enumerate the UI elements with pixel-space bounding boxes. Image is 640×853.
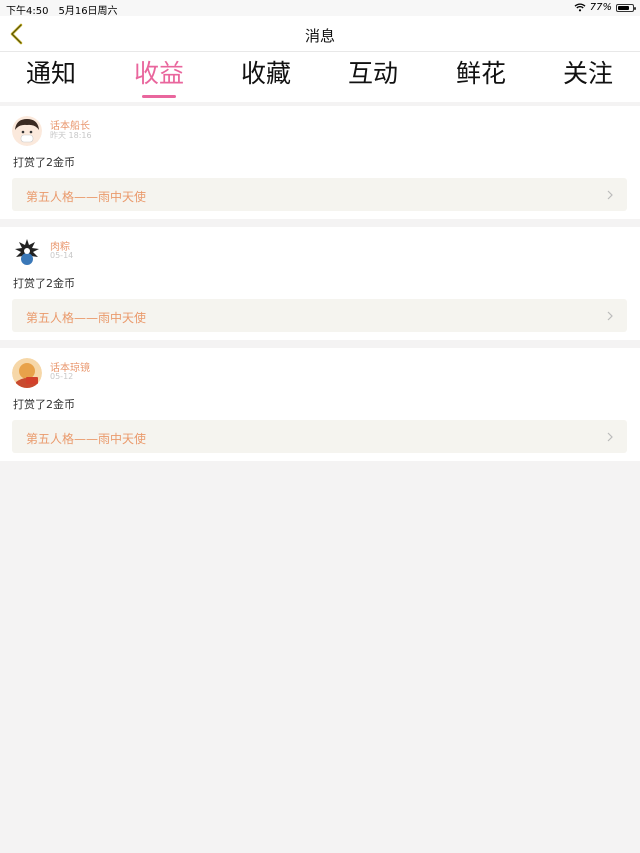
active-tab-indicator <box>142 95 176 98</box>
work-link[interactable]: 第五人格——雨中天使 <box>12 420 627 453</box>
page-title: 消息 <box>304 27 335 45</box>
message-time: 05-14 <box>50 251 74 260</box>
work-link[interactable]: 第五人格——雨中天使 <box>12 299 627 332</box>
tab-following[interactable]: 关注 <box>548 58 628 90</box>
battery-icon <box>616 3 636 12</box>
message-card: 话本船长 昨天 18:16 打赏了2金币 第五人格——雨中天使 <box>0 106 640 219</box>
tab-bar: 通知 收益 收藏 互动 鲜花 关注 <box>0 52 640 102</box>
message-card: 肉粽 05-14 打赏了2金币 第五人格——雨中天使 <box>0 227 640 340</box>
avatar[interactable] <box>12 237 42 267</box>
status-left: 下午4:50 5月16日周六 <box>6 2 128 17</box>
user-avatar-image <box>12 116 42 146</box>
message-time: 昨天 18:16 <box>50 131 92 140</box>
chevron-right-icon <box>607 432 613 442</box>
user-avatar-image <box>12 358 42 388</box>
battery-percent: 77% <box>589 2 612 13</box>
message-time: 05-12 <box>50 372 74 381</box>
nav-bar: 消息 <box>0 16 640 52</box>
tab-favorites[interactable]: 收藏 <box>226 58 306 90</box>
avatar[interactable] <box>12 116 42 146</box>
user-avatar-image <box>12 237 42 267</box>
message-text: 打赏了2金币 <box>13 156 75 169</box>
status-bar: 下午4:50 5月16日周六 77% <box>0 0 640 17</box>
chevron-right-icon <box>607 311 613 321</box>
work-link[interactable]: 第五人格——雨中天使 <box>12 178 627 211</box>
tab-flowers[interactable]: 鲜花 <box>441 58 521 90</box>
work-title: 第五人格——雨中天使 <box>26 432 147 446</box>
work-title: 第五人格——雨中天使 <box>26 311 147 325</box>
work-title: 第五人格——雨中天使 <box>26 190 147 204</box>
tab-interactions[interactable]: 互动 <box>333 58 413 90</box>
status-right: 77% <box>574 2 636 13</box>
message-text: 打赏了2金币 <box>13 277 75 290</box>
chevron-right-icon <box>607 190 613 200</box>
tab-notifications[interactable]: 通知 <box>11 58 91 90</box>
message-card: 话本琼镜 05-12 打赏了2金币 第五人格——雨中天使 <box>0 348 640 461</box>
tab-earnings[interactable]: 收益 <box>119 58 199 90</box>
wifi-icon <box>574 3 586 12</box>
avatar[interactable] <box>12 358 42 388</box>
message-text: 打赏了2金币 <box>13 398 75 411</box>
